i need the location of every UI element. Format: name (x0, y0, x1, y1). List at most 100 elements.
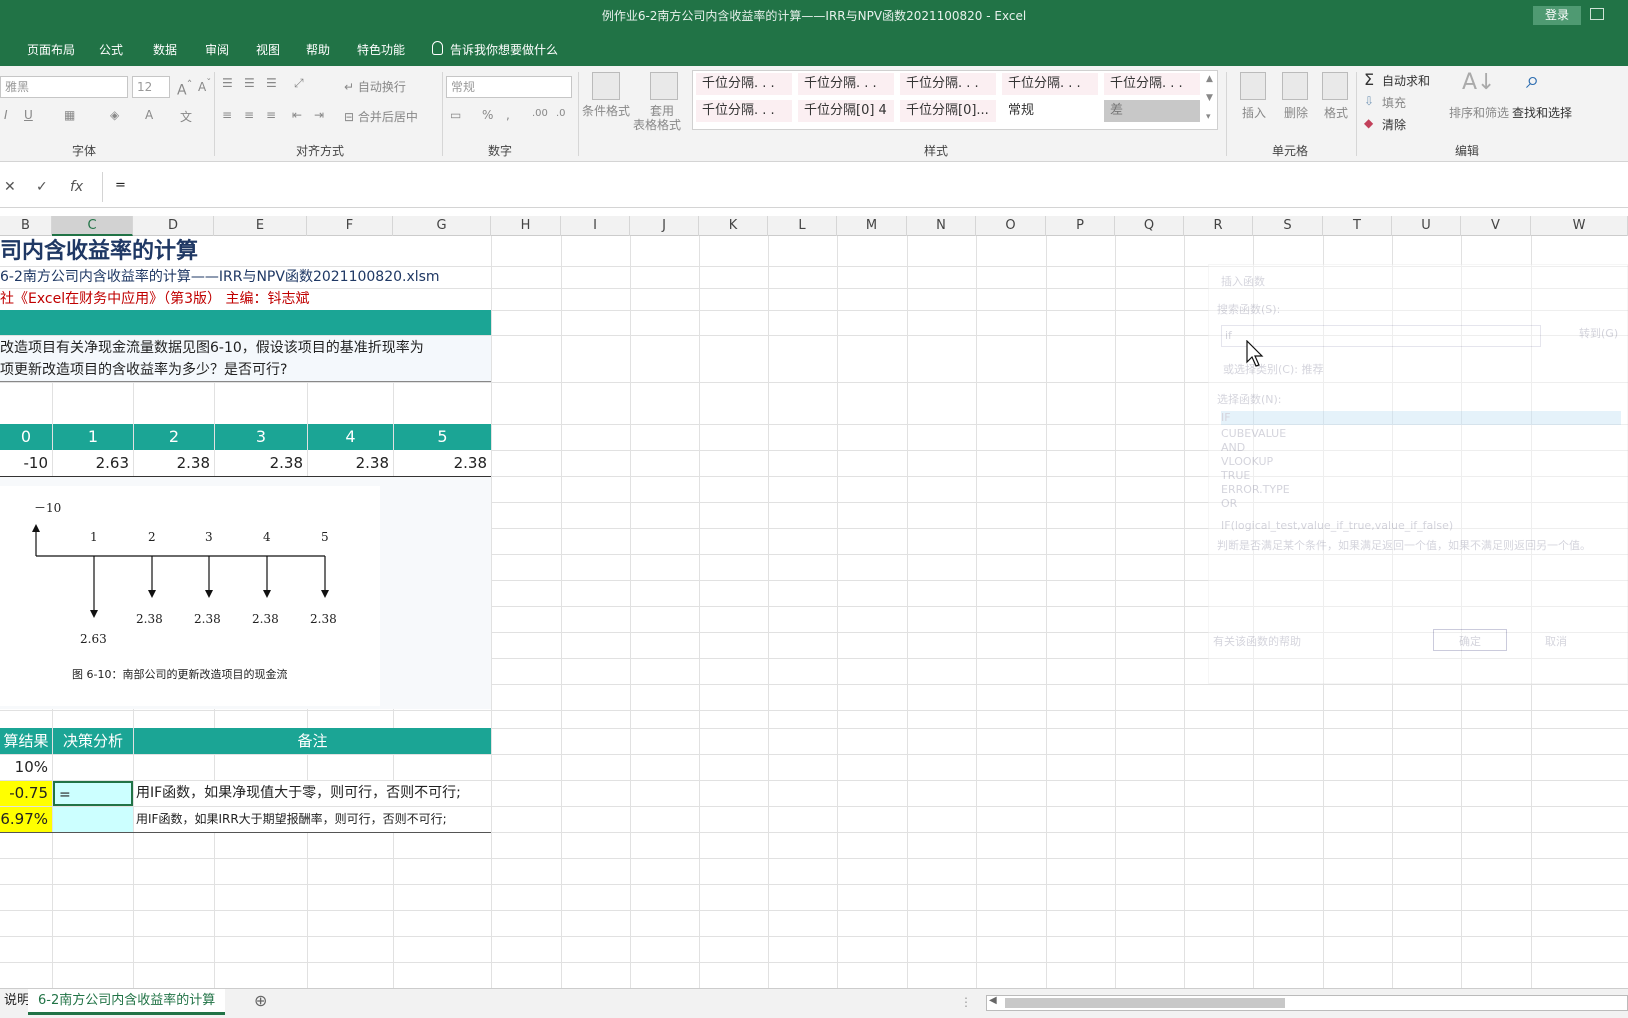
wrap-text-button[interactable]: ↵ 自动换行 (344, 78, 406, 95)
col-header-d[interactable]: D (133, 216, 214, 236)
dialog-cancel-button[interactable]: 取消 (1545, 633, 1567, 649)
tell-me-search[interactable]: 告诉我你想要做什么 (450, 41, 558, 58)
scrollbar-thumb[interactable] (1005, 998, 1285, 1008)
delete-cells-label[interactable]: 删除 (1284, 104, 1308, 121)
tab-data[interactable]: 数据 (153, 41, 177, 58)
cashflow-0[interactable]: -10 (0, 450, 52, 476)
format-cells-icon[interactable] (1322, 72, 1348, 100)
col-header-k[interactable]: K (699, 216, 768, 236)
tab-special[interactable]: 特色功能 (357, 41, 405, 58)
dialog-function-vlookup[interactable]: VLOOKUP (1221, 455, 1273, 468)
col-header-w[interactable]: W (1531, 216, 1628, 236)
font-color-icon[interactable]: A (145, 108, 153, 122)
fill-color-icon[interactable]: ◈ (110, 108, 119, 122)
col-header-t[interactable]: T (1323, 216, 1392, 236)
dialog-function-errortype[interactable]: ERROR.TYPE (1221, 483, 1290, 496)
style-item-bad[interactable]: 差 (1104, 100, 1200, 122)
npv-cell[interactable]: -0.75 (0, 781, 52, 806)
scroll-left-icon[interactable]: ◀ (989, 995, 997, 1006)
dialog-function-and[interactable]: AND (1221, 441, 1245, 454)
col-header-l[interactable]: L (768, 216, 837, 236)
accounting-format-icon[interactable]: ▭ (450, 108, 461, 122)
col-header-b[interactable]: B (0, 216, 52, 236)
dialog-function-cubevalue[interactable]: CUBEVALUE (1221, 427, 1286, 440)
align-top-icon[interactable]: ☰ (222, 76, 233, 90)
insert-cells-label[interactable]: 插入 (1242, 104, 1266, 121)
tab-view[interactable]: 视图 (256, 41, 280, 58)
col-header-p[interactable]: P (1046, 216, 1115, 236)
style-item-6[interactable]: 千位分隔. . . (696, 100, 792, 122)
increase-decimal-icon[interactable]: .00 (532, 108, 548, 119)
style-item-4[interactable]: 千位分隔. . . (1002, 73, 1098, 95)
cashflow-3[interactable]: 2.38 (215, 450, 307, 476)
formula-input[interactable]: = (102, 172, 1628, 202)
cashflow-1[interactable]: 2.63 (53, 450, 133, 476)
dialog-search-input[interactable]: if (1221, 325, 1541, 347)
tab-splitter-icon[interactable]: ⋮ (960, 995, 972, 1009)
col-header-q[interactable]: Q (1115, 216, 1184, 236)
conditional-format-label[interactable]: 条件格式 (582, 102, 630, 119)
dialog-function-true[interactable]: TRUE (1221, 469, 1250, 482)
number-format-select[interactable]: 常规 (446, 76, 572, 98)
eraser-icon[interactable]: ◆ (1364, 116, 1373, 130)
col-header-m[interactable]: M (837, 216, 907, 236)
align-left-icon[interactable]: ≡ (222, 108, 232, 122)
gallery-expand-icon[interactable]: ▾ (1206, 112, 1211, 122)
format-cells-label[interactable]: 格式 (1324, 104, 1348, 121)
rate-cell[interactable]: 10% (0, 755, 52, 780)
dialog-category[interactable]: 或选择类别(C): 推荐 (1223, 361, 1323, 377)
style-item-5[interactable]: 千位分隔. . . (1104, 73, 1200, 95)
insert-function-icon[interactable]: fx (70, 179, 83, 195)
decision-cell-irr[interactable] (53, 807, 133, 832)
col-header-j[interactable]: J (630, 216, 699, 236)
col-header-s[interactable]: S (1253, 216, 1323, 236)
find-icon[interactable]: ⌕ (1526, 66, 1539, 94)
align-right-icon[interactable]: ≡ (266, 108, 276, 122)
col-header-r[interactable]: R (1184, 216, 1253, 236)
comma-style-icon[interactable]: , (506, 108, 510, 122)
dialog-function-if[interactable]: IF (1221, 411, 1621, 425)
phonetic-icon[interactable]: 文 (180, 108, 192, 125)
table-format-label-2[interactable]: 表格格式 (633, 116, 681, 133)
dialog-go-button[interactable]: 转到(G) (1579, 325, 1618, 341)
autosum-icon[interactable]: Σ (1364, 70, 1374, 89)
style-item-normal[interactable]: 常规 (1002, 100, 1098, 122)
dialog-function-or[interactable]: OR (1221, 497, 1237, 510)
font-name-select[interactable]: 雅黑 (0, 76, 128, 98)
cashflow-5[interactable]: 2.38 (394, 450, 491, 476)
delete-cells-icon[interactable] (1282, 72, 1308, 100)
shrink-font-icon[interactable]: Aˇ (198, 78, 211, 94)
style-item-7[interactable]: 千位分隔[0] 4 (798, 100, 894, 122)
active-cell-c[interactable]: = (53, 781, 133, 806)
conditional-format-icon[interactable] (592, 72, 620, 100)
italic-icon[interactable]: I (4, 108, 8, 122)
add-sheet-button[interactable]: ⊕ (244, 989, 277, 1015)
cashflow-2[interactable]: 2.38 (134, 450, 214, 476)
clear-label[interactable]: 清除 (1382, 116, 1406, 133)
col-header-e[interactable]: E (214, 216, 307, 236)
style-item-8[interactable]: 千位分隔[0]... (900, 100, 996, 122)
style-item-1[interactable]: 千位分隔. . . (696, 73, 792, 95)
col-header-c[interactable]: C (52, 216, 133, 236)
dialog-help-link[interactable]: 有关该函数的帮助 (1213, 633, 1301, 649)
underline-icon[interactable]: U (24, 108, 33, 122)
gallery-scroll-down-icon[interactable]: ▼ (1206, 93, 1213, 103)
find-select-label[interactable]: 查找和选择 (1512, 104, 1572, 121)
irr-cell[interactable]: 6.97% (0, 807, 52, 832)
col-header-v[interactable]: V (1461, 216, 1531, 236)
cashflow-4[interactable]: 2.38 (308, 450, 393, 476)
autosum-label[interactable]: 自动求和 (1382, 72, 1430, 89)
horizontal-scrollbar[interactable]: ◀ (986, 995, 1628, 1011)
style-item-2[interactable]: 千位分隔. . . (798, 73, 894, 95)
grow-font-icon[interactable]: Aˆ (177, 78, 192, 99)
col-header-g[interactable]: G (393, 216, 491, 236)
percent-icon[interactable]: % (482, 108, 493, 122)
table-format-icon[interactable] (650, 72, 678, 100)
tab-help[interactable]: 帮助 (306, 41, 330, 58)
style-item-3[interactable]: 千位分隔. . . (900, 73, 996, 95)
tab-formulas[interactable]: 公式 (99, 41, 123, 58)
cancel-formula-icon[interactable]: ✕ (4, 179, 16, 195)
col-header-i[interactable]: I (561, 216, 630, 236)
sheet-tab-active[interactable]: 6-2南方公司内含收益率的计算 (28, 989, 226, 1015)
align-center-icon[interactable]: ≡ (244, 108, 254, 122)
